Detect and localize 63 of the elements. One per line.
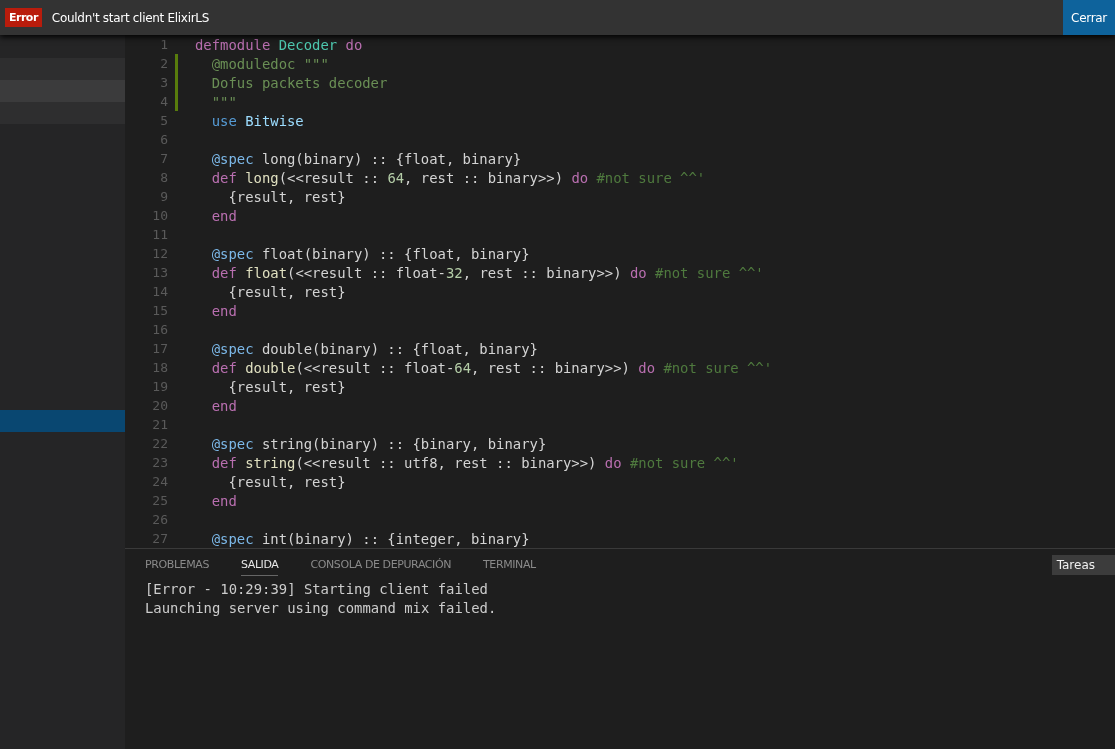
- code-line: Dofus packets decoder: [210, 74, 388, 91]
- line-number: 5: [159, 113, 168, 128]
- sidebar-row[interactable]: [0, 102, 125, 124]
- line-number: 3: [159, 75, 168, 90]
- line-number: 4: [159, 94, 168, 109]
- code-line: def float(<<result :: float-32, rest :: binary>>) do #not sure ^^': [210, 264, 764, 281]
- code-line: {result, rest}: [227, 283, 346, 300]
- line-number: 18: [151, 360, 168, 375]
- line-number: 13: [151, 265, 168, 280]
- line-number: 25: [151, 493, 168, 508]
- panel-tab[interactable]: CONSOLA DE DEPURACIÓN: [310, 554, 452, 576]
- selected-sidebar-row[interactable]: [0, 410, 125, 432]
- code-line: {result, rest}: [227, 188, 346, 205]
- code-line: def string(<<result :: utf8, rest :: binary>>) do #not sure ^^': [210, 454, 739, 471]
- line-number: 24: [151, 474, 168, 489]
- line-number: 26: [151, 512, 168, 527]
- line-number: 2: [159, 56, 168, 71]
- line-number: 20: [151, 398, 168, 413]
- line-number: 16: [151, 322, 168, 337]
- line-number: 19: [151, 379, 168, 394]
- code-line: end: [210, 397, 237, 414]
- line-number: 23: [151, 455, 168, 470]
- line-number: 10: [151, 208, 168, 223]
- line-number: 1: [159, 37, 168, 52]
- code-line: def double(<<result :: float-64, rest :: binary>>) do #not sure ^^': [210, 359, 773, 376]
- line-number: 8: [159, 170, 168, 185]
- code-line: @spec string(binary) :: {binary, binary}: [210, 435, 547, 452]
- code-line: @spec int(binary) :: {integer, binary}: [210, 530, 530, 547]
- panel-tab[interactable]: TERMINAL: [483, 554, 536, 576]
- line-number: 12: [151, 246, 168, 261]
- line-number: 17: [151, 341, 168, 356]
- line-number: 15: [151, 303, 168, 318]
- task-dropdown[interactable]: Tareas: [1051, 555, 1115, 575]
- line-number: 14: [151, 284, 168, 299]
- code-line: end: [210, 302, 237, 319]
- code-line: @spec float(binary) :: {float, binary}: [210, 245, 530, 262]
- line-number: 21: [151, 417, 168, 432]
- notification-message: Couldn't start client ElixirLS: [51, 10, 211, 25]
- code-line: end: [210, 207, 237, 224]
- output-line: [Error - 10:29:39] Starting client failed: [145, 581, 489, 599]
- line-number: 6: [159, 132, 168, 147]
- line-number: 9: [159, 189, 168, 204]
- code-line: use Bitwise: [210, 112, 304, 129]
- output-line: Launching server using command mix failed.: [145, 600, 498, 618]
- code-line: def long(<<result :: 64, rest :: binary>>) do #not sure ^^': [210, 169, 706, 186]
- code-line: @spec double(binary) :: {float, binary}: [210, 340, 538, 357]
- close-button[interactable]: Cerrar: [1063, 0, 1115, 35]
- sidebar-row[interactable]: [0, 80, 125, 102]
- code-line: defmodule Decoder do: [195, 36, 363, 53]
- line-number: 27: [151, 531, 168, 546]
- panel-tab[interactable]: PROBLEMAS: [145, 554, 209, 576]
- code-line: @spec long(binary) :: {float, binary}: [210, 150, 522, 167]
- line-number: 11: [151, 227, 168, 242]
- error-badge: Error: [5, 8, 42, 27]
- code-line: {result, rest}: [227, 378, 346, 395]
- line-number: 22: [151, 436, 168, 451]
- panel-tab[interactable]: SALIDA: [240, 554, 279, 576]
- code-line: {result, rest}: [227, 473, 346, 490]
- sidebar-row[interactable]: [0, 58, 125, 80]
- code-line: end: [210, 492, 237, 509]
- code-line: """: [210, 93, 237, 110]
- code-line: @moduledoc """: [210, 55, 329, 72]
- line-number: 7: [159, 151, 168, 166]
